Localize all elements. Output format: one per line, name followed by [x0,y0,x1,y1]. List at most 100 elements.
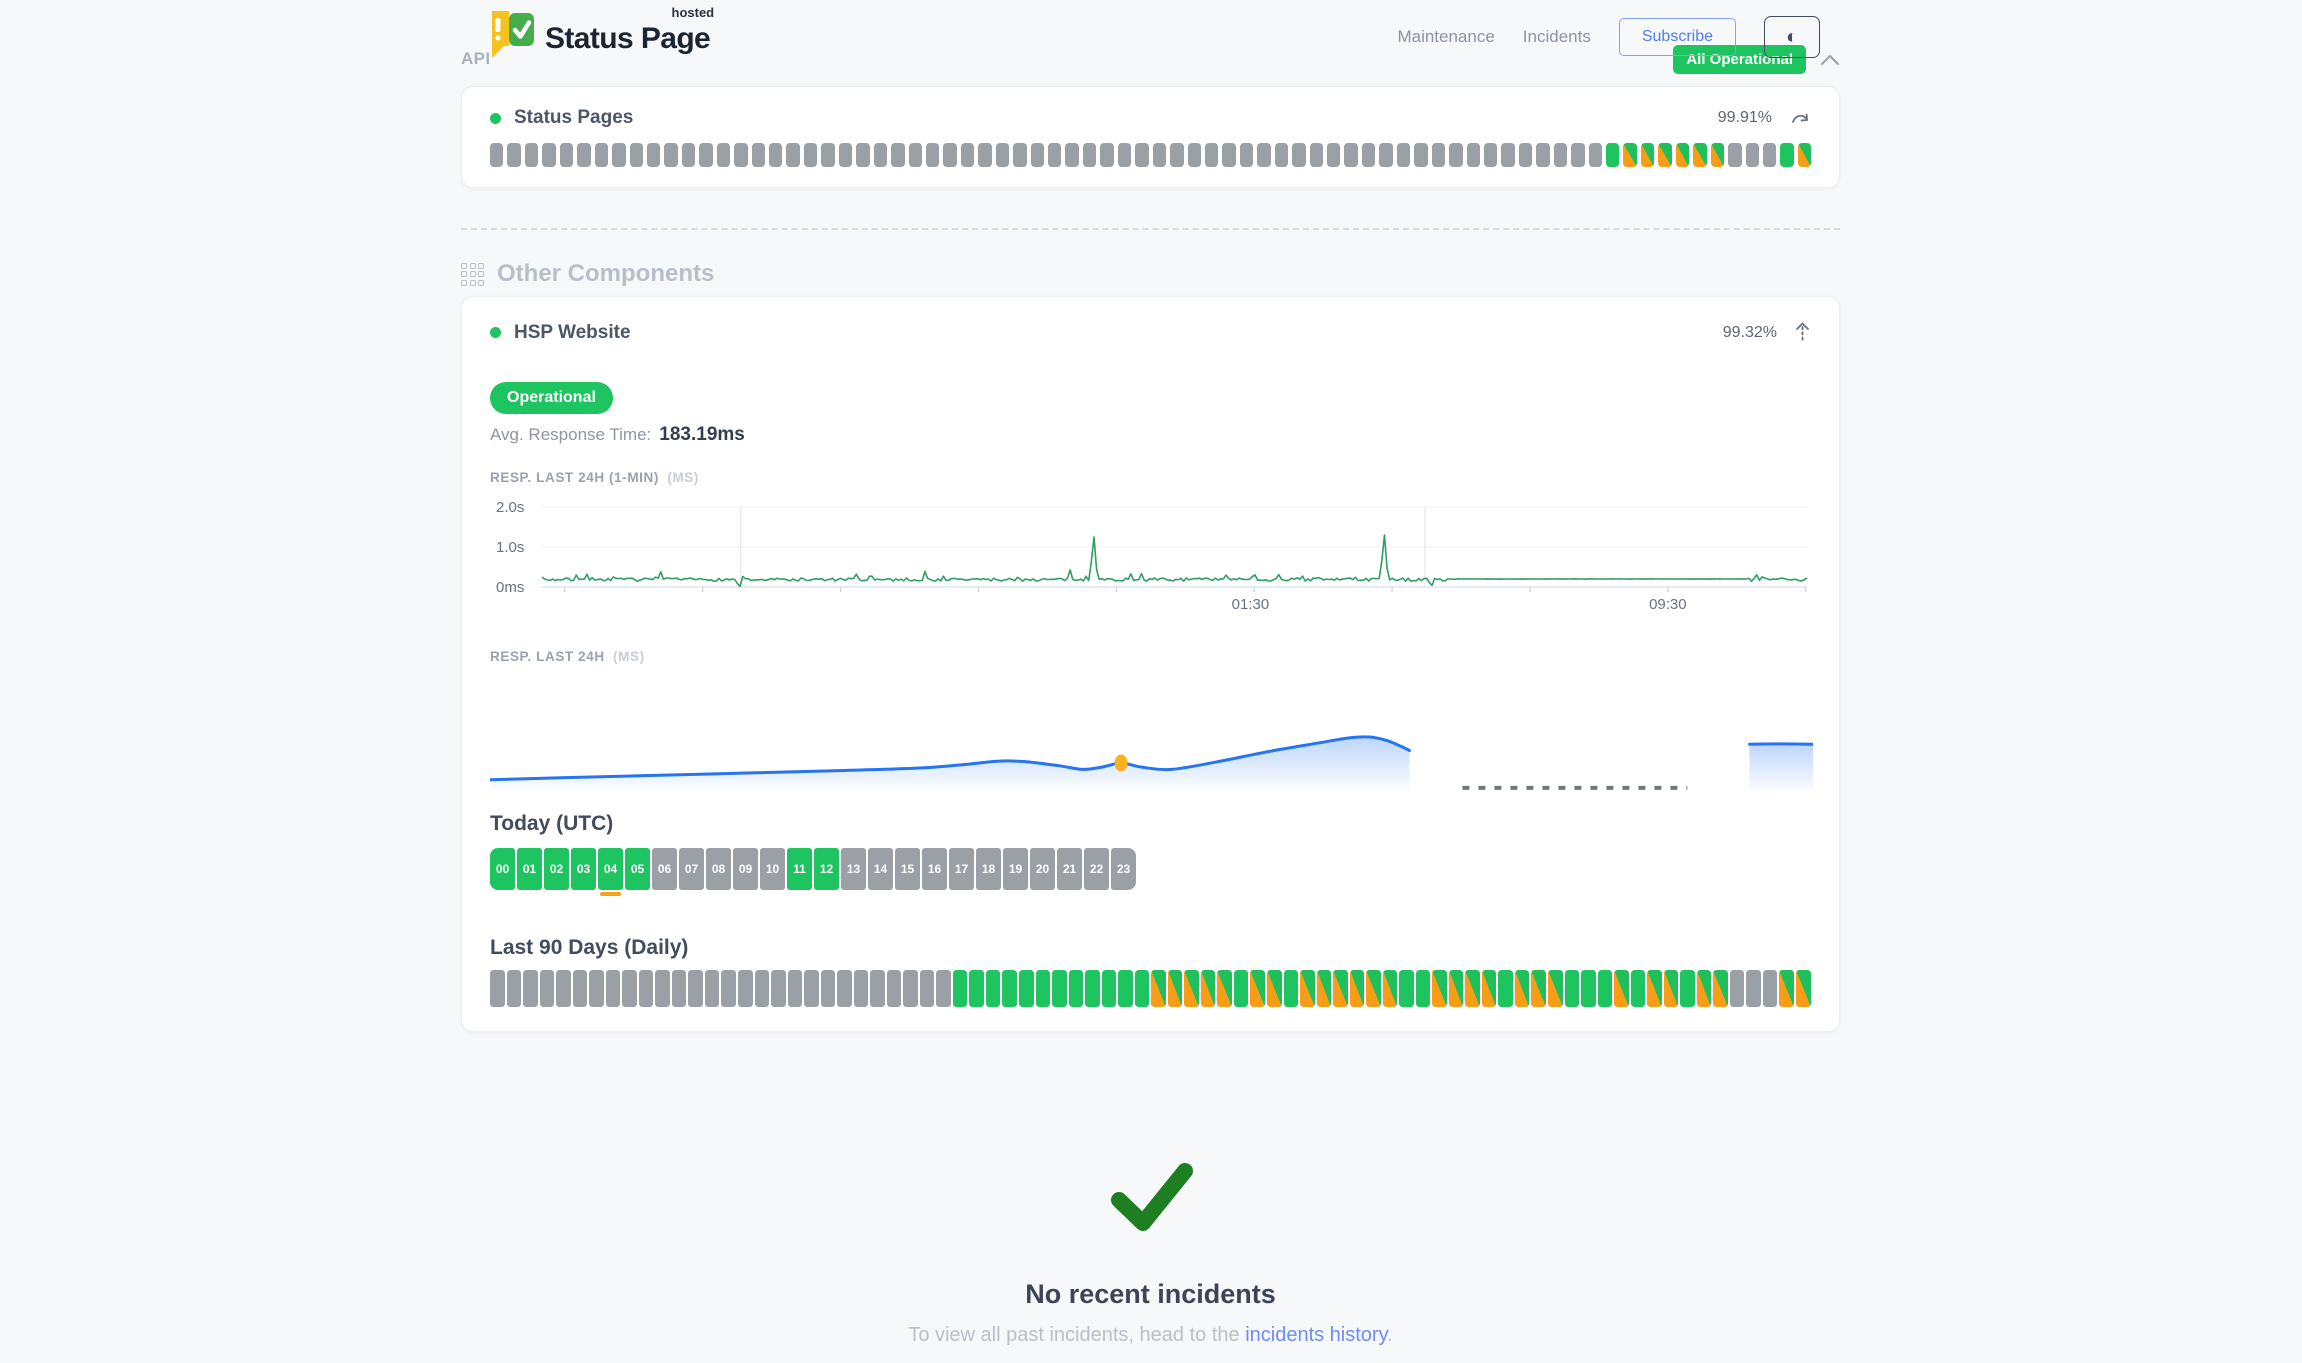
hour-block-21[interactable]: 21 [1057,848,1082,890]
hour-block-08[interactable]: 08 [706,848,731,890]
uptime-bar-gray[interactable] [682,143,695,167]
uptime-bar-gray[interactable] [721,970,736,1007]
uptime-bar-gray[interactable] [573,970,588,1007]
uptime-bar-stripe[interactable] [1664,970,1679,1007]
uptime-bar-green[interactable] [1598,970,1613,1007]
uptime-bar-gray[interactable] [647,143,660,167]
uptime-bar-gray[interactable] [920,970,935,1007]
uptime-bar-green[interactable] [1631,970,1646,1007]
uptime-bar-stripe[interactable] [1779,970,1794,1007]
uptime-bar-green[interactable] [953,970,968,1007]
response-time-line-chart[interactable]: 2.0s1.0s0ms01:3009:30 [490,491,1813,613]
uptime-bar-green[interactable] [1019,970,1034,1007]
uptime-bar-gray[interactable] [771,970,786,1007]
uptime-bar-gray[interactable] [1571,143,1584,167]
uptime-bar-stripe[interactable] [1217,970,1232,1007]
uptime-bar-gray[interactable] [821,143,834,167]
uptime-bar-gray[interactable] [755,970,770,1007]
refresh-button[interactable] [1789,109,1811,127]
uptime-bar-gray[interactable] [1310,143,1323,167]
uptime-bar-gray[interactable] [1257,143,1270,167]
uptime-bar-gray[interactable] [589,970,604,1007]
uptime-bar-green[interactable] [1118,970,1133,1007]
uptime-bar-stripe[interactable] [1350,970,1365,1007]
uptime-bar-gray[interactable] [1536,143,1549,167]
uptime-bar-green[interactable] [1135,970,1150,1007]
uptime-bar-gray[interactable] [996,143,1009,167]
hour-block-02[interactable]: 02 [544,848,569,890]
uptime-bar-stripe[interactable] [1333,970,1348,1007]
hour-block-01[interactable]: 01 [517,848,542,890]
uptime-bar-gray[interactable] [1449,143,1462,167]
hour-block-20[interactable]: 20 [1030,848,1055,890]
uptime-bar-gray[interactable] [1501,143,1514,167]
uptime-bar-gray[interactable] [1083,143,1096,167]
uptime-bar-gray[interactable] [655,970,670,1007]
uptime-bar-gray[interactable] [639,970,654,1007]
uptime-bar-gray[interactable] [887,970,902,1007]
uptime-bar-stripe[interactable] [1366,970,1381,1007]
uptime-bar-stripe[interactable] [1531,970,1546,1007]
uptime-bar-gray[interactable] [769,143,782,167]
uptime-bar-gray[interactable] [672,970,687,1007]
uptime-bar-gray[interactable] [1379,143,1392,167]
uptime-bar-gray[interactable] [612,143,625,167]
uptime-bar-gray[interactable] [1275,143,1288,167]
uptime-bar-gray[interactable] [804,970,819,1007]
uptime-bar-gray[interactable] [622,970,637,1007]
uptime-bar-green[interactable] [1416,970,1431,1007]
uptime-bar-gray[interactable] [1519,143,1532,167]
uptime-bar-gray[interactable] [839,143,852,167]
uptime-bar-green[interactable] [1234,970,1249,1007]
uptime-bar-gray[interactable] [738,970,753,1007]
uptime-bar-stripe[interactable] [1697,970,1712,1007]
uptime-bar-green[interactable] [1399,970,1414,1007]
uptime-bar-gray[interactable] [856,143,869,167]
hour-block-12[interactable]: 12 [814,848,839,890]
uptime-bar-stripe[interactable] [1796,970,1811,1007]
uptime-bar-stripe[interactable] [1300,970,1315,1007]
uptime-bar-gray[interactable] [525,143,538,167]
uptime-bar-gray[interactable] [788,970,803,1007]
uptime-bar-stripe[interactable] [1658,143,1671,167]
uptime-bar-stripe[interactable] [1151,970,1166,1007]
uptime-bar-stripe[interactable] [1201,970,1216,1007]
uptime-bar-gray[interactable] [752,143,765,167]
hour-block-03[interactable]: 03 [571,848,596,890]
uptime-bar-stripe[interactable] [1267,970,1282,1007]
hour-block-05[interactable]: 05 [625,848,650,890]
uptime-bar-gray[interactable] [870,970,885,1007]
uptime-bar-gray[interactable] [1240,143,1253,167]
uptime-bar-gray[interactable] [1467,143,1480,167]
uptime-bar-stripe[interactable] [1432,970,1447,1007]
uptime-bar-gray[interactable] [786,143,799,167]
uptime-bar-gray[interactable] [961,143,974,167]
uptime-bar-gray[interactable] [1153,143,1166,167]
hour-block-13[interactable]: 13 [841,848,866,890]
uptime-bar-gray[interactable] [556,970,571,1007]
hour-block-22[interactable]: 22 [1084,848,1109,890]
uptime-bar-gray[interactable] [577,143,590,167]
hour-block-09[interactable]: 09 [733,848,758,890]
uptime-bar-gray[interactable] [1222,143,1235,167]
uptime-bar-gray[interactable] [936,970,951,1007]
uptime-bar-green[interactable] [969,970,984,1007]
uptime-bar-gray[interactable] [717,143,730,167]
uptime-bar-gray[interactable] [540,970,555,1007]
hour-block-10[interactable]: 10 [760,848,785,890]
uptime-bar-gray[interactable] [507,143,520,167]
uptime-bar-gray[interactable] [523,970,538,1007]
uptime-bar-gray[interactable] [1100,143,1113,167]
uptime-bar-gray[interactable] [688,970,703,1007]
hour-block-23[interactable]: 23 [1111,848,1136,890]
uptime-bar-stripe[interactable] [1482,970,1497,1007]
nav-link-incidents[interactable]: Incidents [1523,27,1591,47]
hour-block-18[interactable]: 18 [976,848,1001,890]
uptime-bar-green[interactable] [1606,143,1619,167]
uptime-bar-gray[interactable] [542,143,555,167]
uptime-bar-green[interactable] [1052,970,1067,1007]
uptime-bar-stripe[interactable] [1383,970,1398,1007]
uptime-bar-gray[interactable] [821,970,836,1007]
uptime-bar-green[interactable] [1036,970,1051,1007]
uptime-bar-gray[interactable] [1135,143,1148,167]
